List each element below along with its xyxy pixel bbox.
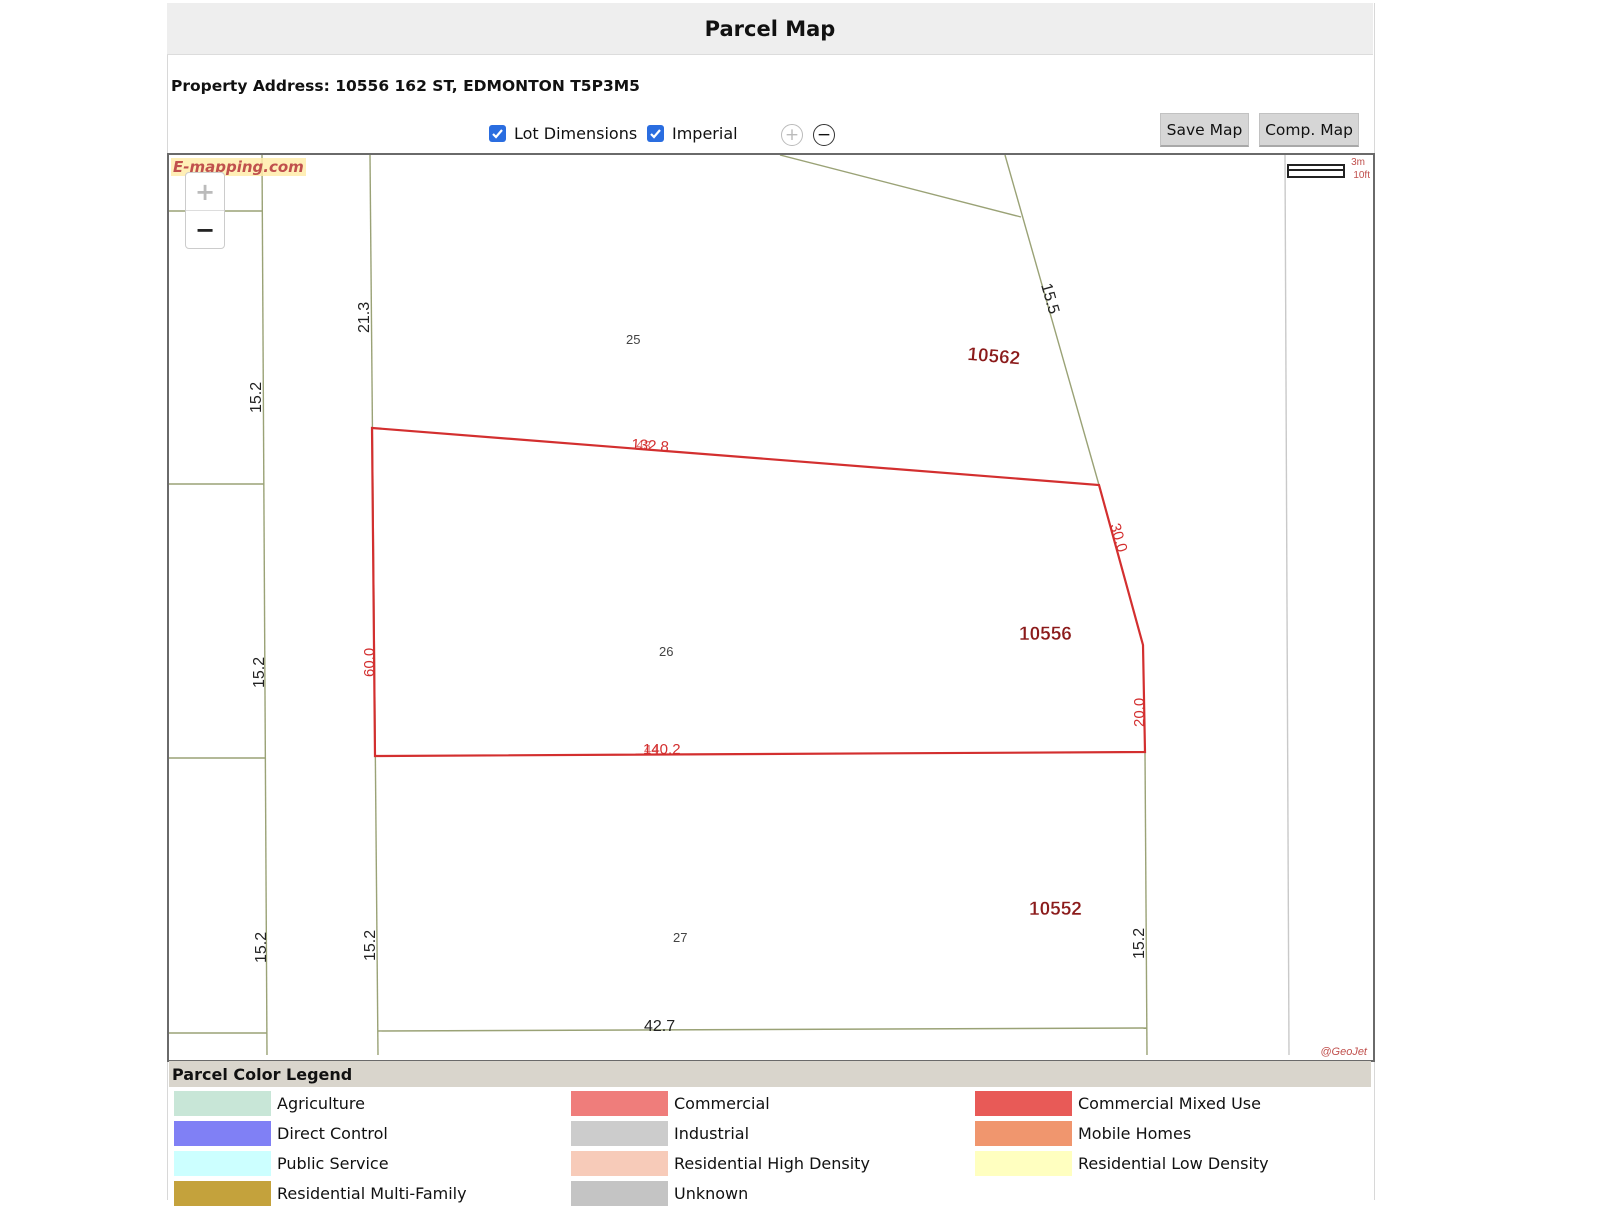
legend-label: Commercial: [674, 1094, 770, 1113]
geojet-credit: @GeoJet: [1320, 1046, 1367, 1058]
legend-title: Parcel Color Legend: [172, 1065, 353, 1084]
legend-label: Mobile Homes: [1078, 1124, 1192, 1143]
parcel-map[interactable]: 10562 10556 10552 25 26 27 15.2 15.2 15.…: [167, 153, 1375, 1062]
legend-item: Direct Control: [174, 1121, 388, 1146]
address-label: 10552: [1029, 899, 1082, 920]
legend-label: Public Service: [277, 1154, 389, 1173]
title-bar: Parcel Map: [167, 3, 1373, 55]
zoom-in-icon[interactable]: +: [781, 124, 803, 146]
dimension-label: 30.0: [1106, 521, 1130, 554]
comp-map-button[interactable]: Comp. Map: [1259, 113, 1359, 147]
legend-item: Agriculture: [174, 1091, 365, 1116]
legend-label: Unknown: [674, 1184, 749, 1203]
parcel-map-canvas[interactable]: 10562 10556 10552 25 26 27 15.2 15.2 15.…: [169, 155, 1373, 1060]
selected-parcel-outline[interactable]: [370, 426, 1147, 758]
map-zoom-out-button[interactable]: −: [186, 211, 224, 248]
dimension-label: 15.2: [248, 382, 265, 413]
legend-item: Unknown: [571, 1181, 748, 1206]
parcel-line: [1144, 751, 1148, 1056]
page-title: Parcel Map: [704, 17, 836, 41]
dimension-label: 15.2: [251, 657, 268, 688]
legend-item: Mobile Homes: [975, 1121, 1191, 1146]
address-label: 10562: [967, 344, 1021, 370]
scale-metric-label: 3m: [1351, 157, 1365, 168]
dimension-label: 42.7: [644, 1018, 675, 1035]
address-labels: 10562 10556 10552: [966, 344, 1082, 920]
legend-label: Direct Control: [277, 1124, 388, 1143]
legend-swatch: [571, 1121, 668, 1146]
lot-dimensions-checkbox[interactable]: [489, 125, 506, 142]
lot-dimensions-toggle[interactable]: Lot Dimensions: [489, 124, 637, 143]
checkmark-icon: [492, 129, 503, 139]
legend-label: Commercial Mixed Use: [1078, 1094, 1261, 1113]
imperial-checkbox[interactable]: [647, 125, 664, 142]
dimension-label: 43: [636, 437, 652, 453]
legend-label: Residential Multi-Family: [277, 1184, 467, 1203]
dimension-label: 15.2: [253, 932, 270, 963]
property-address: Property Address: 10556 162 ST, EDMONTON…: [171, 77, 640, 95]
imperial-toggle[interactable]: Imperial: [647, 124, 738, 143]
parcel-line: [1004, 155, 1100, 486]
scale-bar: [1287, 163, 1345, 178]
imperial-label: Imperial: [672, 124, 738, 143]
lot-number: 26: [659, 644, 673, 659]
dimension-label: 20.0: [1131, 698, 1148, 727]
lot-labels: 25 26 27: [626, 332, 687, 945]
legend-label: Residential Low Density: [1078, 1154, 1269, 1173]
legend-swatch: [571, 1151, 668, 1176]
map-zoom-in-button[interactable]: +: [186, 173, 224, 211]
parcel-line: [1284, 155, 1290, 1056]
legend-swatch: [571, 1181, 668, 1206]
dimension-label: 15.2: [362, 930, 379, 961]
lot-number: 27: [673, 930, 687, 945]
dimension-label: 44: [644, 742, 658, 757]
legend-label: Industrial: [674, 1124, 750, 1143]
lot-dimensions-label: Lot Dimensions: [514, 124, 638, 143]
legend-swatch: [174, 1151, 271, 1176]
parcel-line: [779, 155, 1022, 218]
checkmark-icon: [650, 129, 661, 139]
legend-label: Residential High Density: [674, 1154, 870, 1173]
map-zoom-control: + −: [185, 172, 225, 249]
parcel-line: [377, 1027, 1148, 1032]
parcel-boundaries: [169, 155, 1290, 1056]
legend-item: Residential Multi-Family: [174, 1181, 467, 1206]
save-map-button[interactable]: Save Map: [1160, 113, 1249, 147]
legend-swatch: [174, 1091, 271, 1116]
legend-item: Residential High Density: [571, 1151, 870, 1176]
scale-imperial-label: 10ft: [1353, 170, 1370, 181]
legend-swatch: [571, 1091, 668, 1116]
legend-item: Public Service: [174, 1151, 389, 1176]
legend-swatch: [174, 1121, 271, 1146]
dimension-label: 15.2: [1131, 928, 1148, 959]
legend-swatch: [174, 1181, 271, 1206]
legend-swatch: [975, 1121, 1072, 1146]
zoom-out-icon[interactable]: −: [813, 124, 835, 146]
dimension-label: 21.3: [356, 302, 373, 333]
dimension-label: 15.5: [1037, 281, 1062, 316]
parcel-line: [261, 155, 268, 1056]
dimension-label: 60.0: [361, 648, 378, 677]
lot-number: 25: [626, 332, 640, 347]
legend-item: Industrial: [571, 1121, 749, 1146]
legend-item: Residential Low Density: [975, 1151, 1269, 1176]
scale-bar-graphic: [1287, 164, 1345, 178]
legend-swatch: [975, 1151, 1072, 1176]
legend-swatch: [975, 1091, 1072, 1116]
dimension-labels: 15.2 15.2 15.2 21.3 15.5 15.2 15.2 42.7: [248, 281, 1148, 1035]
address-label: 10556: [1019, 624, 1072, 645]
legend-item: Commercial: [571, 1091, 770, 1116]
legend-label: Agriculture: [277, 1094, 365, 1113]
legend-header: Parcel Color Legend: [169, 1061, 1371, 1087]
legend-item: Commercial Mixed Use: [975, 1091, 1261, 1116]
selected-parcel-dimensions: 132.8 43 30.0 60.0 20.0 140.2 44: [361, 436, 1148, 758]
